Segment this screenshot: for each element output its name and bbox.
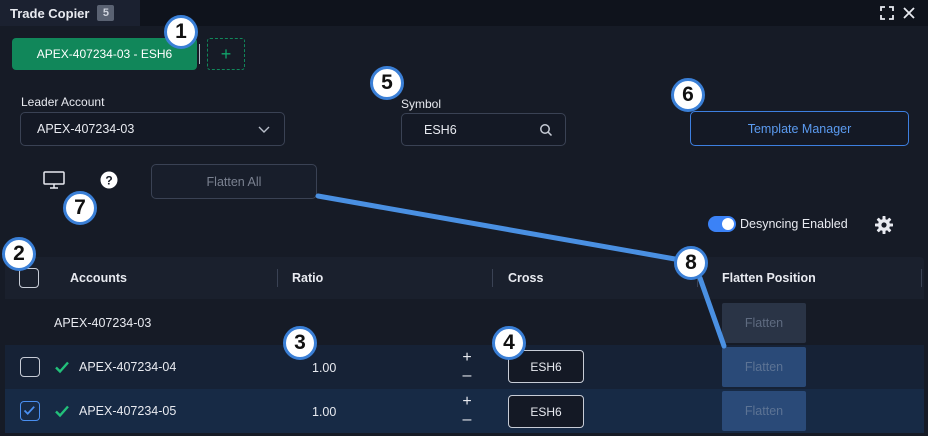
table-header: Accounts Ratio Cross Flatten Position bbox=[5, 257, 924, 299]
ratio-decrement-button[interactable]: – bbox=[460, 368, 474, 384]
symbol-search-input[interactable]: ESH6 bbox=[401, 113, 566, 146]
callout-badge-6: 6 bbox=[671, 78, 705, 112]
status-check-icon bbox=[55, 361, 69, 374]
desync-toggle[interactable] bbox=[708, 216, 736, 232]
cross-symbol-button[interactable]: ESH6 bbox=[508, 395, 584, 428]
row-flatten-button[interactable]: Flatten bbox=[722, 391, 806, 431]
status-check-icon bbox=[55, 405, 69, 418]
column-header-flatten-position[interactable]: Flatten Position bbox=[722, 271, 816, 285]
column-header-ratio[interactable]: Ratio bbox=[292, 271, 323, 285]
gear-icon[interactable] bbox=[874, 215, 894, 235]
callout-badge-5: 5 bbox=[370, 66, 404, 100]
callout-badge-4: 4 bbox=[492, 326, 526, 360]
callout-badge-7: 7 bbox=[63, 191, 97, 225]
symbol-label: Symbol bbox=[401, 97, 442, 111]
ratio-decrement-button[interactable]: – bbox=[460, 412, 474, 428]
callout-8-line-to-flatten-all bbox=[315, 193, 695, 265]
row-account: APEX-407234-05 bbox=[79, 404, 177, 418]
column-divider bbox=[921, 269, 922, 287]
leader-row: APEX-407234-03 Flatten bbox=[5, 301, 924, 345]
leader-row-account: APEX-407234-03 bbox=[54, 316, 152, 330]
callout-badge-1: 1 bbox=[164, 15, 198, 49]
chevron-down-icon bbox=[258, 126, 270, 133]
leader-flatten-button[interactable]: Flatten bbox=[722, 303, 806, 343]
row-checkbox[interactable] bbox=[20, 357, 40, 377]
column-divider bbox=[277, 269, 278, 287]
toggle-knob bbox=[722, 218, 734, 230]
ratio-increment-button[interactable]: + bbox=[460, 394, 474, 410]
checkbox-check-icon bbox=[23, 406, 35, 415]
column-divider bbox=[492, 269, 493, 287]
flatten-all-button[interactable]: Flatten All bbox=[151, 164, 317, 199]
help-icon[interactable]: ? bbox=[100, 171, 118, 189]
tab-divider bbox=[199, 44, 200, 64]
table-row: APEX-407234-05 1.00 + – ESH6 Flatten bbox=[5, 389, 924, 433]
monitor-icon[interactable] bbox=[42, 170, 66, 190]
row-ratio[interactable]: 1.00 bbox=[312, 361, 336, 375]
table-row: APEX-407234-04 1.00 + – ESH6 Flatten bbox=[5, 345, 924, 389]
title-bar: Trade Copier 5 bbox=[0, 0, 928, 26]
help-glyph: ? bbox=[105, 174, 112, 188]
column-header-cross[interactable]: Cross bbox=[508, 271, 543, 285]
template-manager-button[interactable]: Template Manager bbox=[690, 111, 909, 146]
leader-account-select[interactable]: APEX-407234-03 bbox=[20, 112, 285, 146]
add-tab-button[interactable]: + bbox=[207, 38, 245, 70]
callout-badge-3: 3 bbox=[283, 326, 317, 360]
row-account: APEX-407234-04 bbox=[79, 360, 177, 374]
row-ratio[interactable]: 1.00 bbox=[312, 405, 336, 419]
leader-account-label: Leader Account bbox=[21, 95, 105, 109]
window-badge: 5 bbox=[97, 5, 115, 21]
leader-account-value: APEX-407234-03 bbox=[37, 122, 135, 136]
window-title: Trade Copier bbox=[10, 5, 90, 21]
callout-badge-8: 8 bbox=[674, 246, 708, 280]
callout-badge-2: 2 bbox=[2, 237, 36, 271]
window-tab[interactable]: Trade Copier 5 bbox=[0, 0, 140, 26]
row-checkbox-checked[interactable] bbox=[20, 401, 40, 421]
search-icon bbox=[540, 124, 553, 137]
ratio-increment-button[interactable]: + bbox=[460, 350, 474, 366]
row-flatten-button[interactable]: Flatten bbox=[722, 347, 806, 387]
desync-label: Desyncing Enabled bbox=[740, 217, 848, 231]
expand-icon[interactable] bbox=[878, 4, 896, 22]
symbol-value: ESH6 bbox=[424, 122, 457, 137]
close-icon[interactable] bbox=[900, 4, 918, 22]
select-all-checkbox[interactable] bbox=[19, 268, 39, 288]
column-header-accounts[interactable]: Accounts bbox=[70, 271, 127, 285]
